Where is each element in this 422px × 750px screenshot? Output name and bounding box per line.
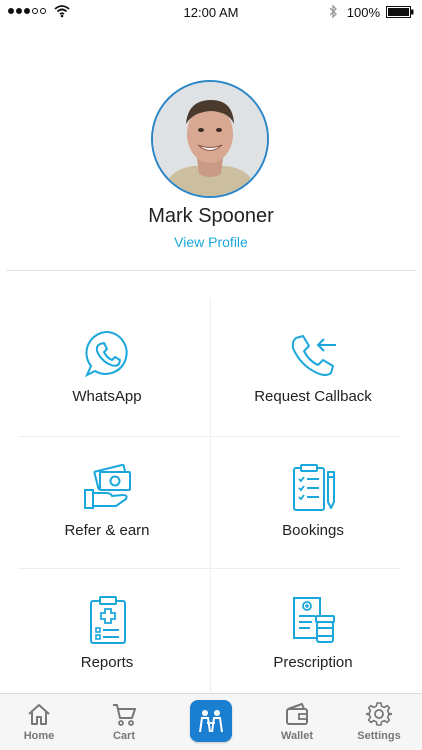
- wallet-icon: [286, 703, 308, 725]
- medical-report-icon: [90, 596, 126, 644]
- profile-name: Mark Spooner: [148, 205, 274, 227]
- tab-cart[interactable]: Cart: [94, 701, 154, 749]
- menu-label: Refer & earn: [64, 522, 150, 539]
- menu-label: Reports: [80, 654, 134, 671]
- user-photo: [153, 82, 267, 196]
- menu-tile-request-callback[interactable]: Request Callback: [218, 312, 408, 442]
- battery-percent: 100%: [346, 5, 380, 20]
- tab-label: Wallet: [281, 730, 313, 742]
- battery-icon: [386, 6, 414, 18]
- center-action-button[interactable]: [190, 700, 232, 742]
- clipboard-pencil-icon: [293, 464, 335, 511]
- menu-label: Prescription: [273, 654, 353, 671]
- home-icon: [28, 704, 50, 725]
- menu-tile-whatsapp[interactable]: WhatsApp: [12, 312, 202, 442]
- tab-label: Home: [23, 730, 55, 742]
- menu-tile-bookings[interactable]: Bookings: [218, 446, 408, 576]
- grid-divider-vertical: [210, 298, 211, 694]
- tab-label: Cart: [112, 730, 135, 742]
- people-icon: [199, 710, 223, 733]
- whatsapp-icon: [84, 330, 128, 378]
- tab-label: Settings: [357, 730, 401, 742]
- menu-label: Request Callback: [254, 388, 372, 405]
- view-profile-link[interactable]: View Profile: [0, 234, 422, 250]
- prescription-icon: [293, 597, 335, 643]
- phone-callback-icon: [291, 335, 336, 376]
- gear-icon: [366, 702, 392, 726]
- cart-icon: [113, 704, 136, 726]
- money-hand-icon: [84, 463, 131, 509]
- menu-label: Bookings: [282, 522, 344, 539]
- bluetooth-icon: [329, 4, 337, 19]
- tab-wallet[interactable]: Wallet: [267, 701, 327, 749]
- menu-tile-refer-earn[interactable]: Refer & earn: [12, 446, 202, 576]
- status-bar: 12:00 AM 100%: [0, 0, 422, 24]
- tab-home[interactable]: Home: [9, 701, 69, 749]
- menu-tile-prescription[interactable]: Prescription: [218, 578, 408, 708]
- tab-settings[interactable]: Settings: [349, 701, 409, 749]
- menu-tile-reports[interactable]: Reports: [12, 578, 202, 708]
- menu-label: WhatsApp: [72, 388, 142, 405]
- divider: [6, 270, 416, 271]
- avatar[interactable]: [151, 80, 269, 198]
